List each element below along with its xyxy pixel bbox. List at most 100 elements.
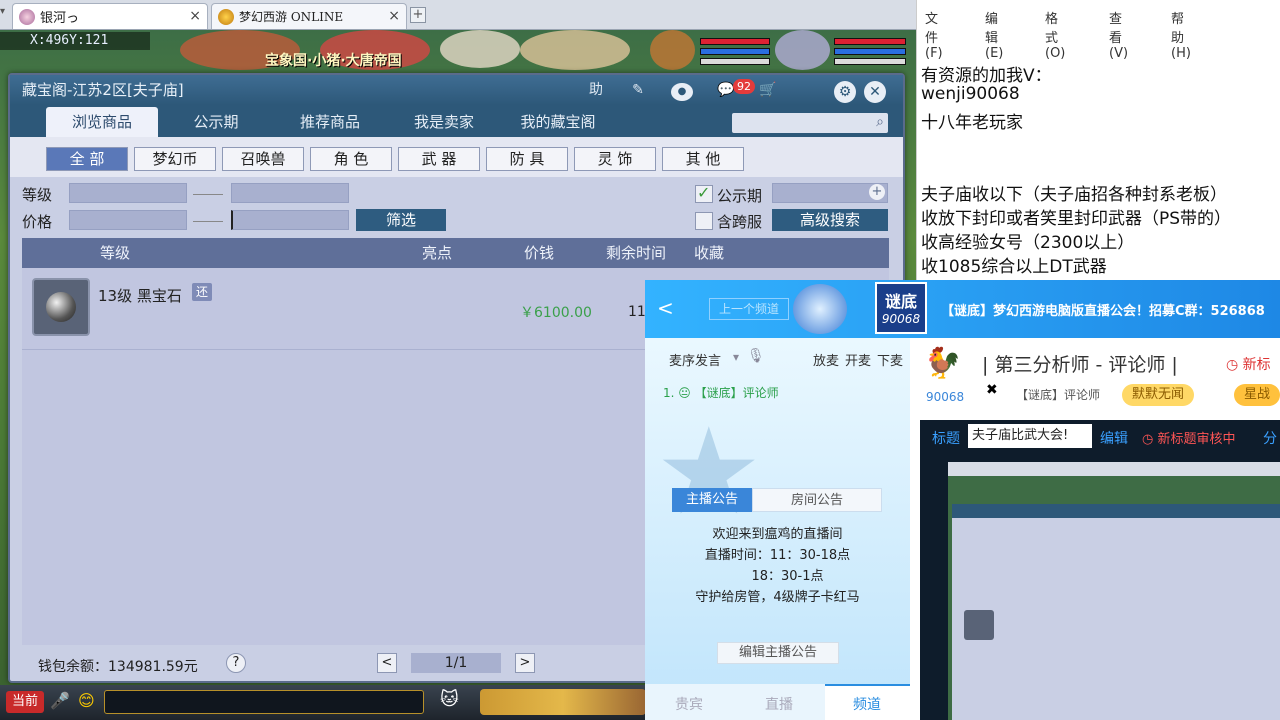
- close-icon[interactable]: ×: [189, 8, 201, 24]
- price-max-input[interactable]: [231, 210, 349, 230]
- user-tag: 【谜底】评论师: [1016, 388, 1101, 402]
- star-battle-badge: 星战: [1234, 384, 1280, 406]
- tab-scroll-left-icon[interactable]: ▾: [0, 6, 12, 24]
- menu-file[interactable]: 文件(F): [925, 8, 943, 61]
- price-label: 价格: [22, 213, 53, 231]
- help-icon[interactable]: ?: [226, 653, 246, 673]
- microphone-icon[interactable]: 🎤: [50, 691, 70, 713]
- browser-tab-bar: ▾ 银河っ × 梦幻西游 ONLINE × +: [0, 0, 916, 30]
- plus-icon[interactable]: +: [869, 184, 885, 200]
- public-period-checkbox[interactable]: ✓: [695, 183, 713, 203]
- cross-server-label: 含跨服: [717, 213, 763, 231]
- edit-notice-button[interactable]: 编辑主播公告: [717, 642, 839, 664]
- menu-help[interactable]: 帮助(H): [1171, 8, 1191, 61]
- pet-icon[interactable]: 🐱: [440, 689, 468, 715]
- tab-live[interactable]: 直播: [765, 694, 793, 714]
- bottom-tabs: 贵宾 直播 频道: [645, 684, 910, 720]
- category-other[interactable]: 其 他: [662, 147, 744, 171]
- category-pets[interactable]: 召唤兽: [222, 147, 304, 171]
- menu-view[interactable]: 查看(V): [1109, 8, 1128, 61]
- category-currency[interactable]: 梦幻币: [134, 147, 216, 171]
- channel-announcement: 【谜底】梦幻西游电脑版直播公会！招募C群：526868: [941, 304, 1265, 319]
- user-id: 90068: [926, 390, 965, 404]
- close-icon[interactable]: ✕: [864, 81, 886, 103]
- stream-video: [948, 462, 1280, 720]
- stream-title-input[interactable]: 夫子庙比武大会!: [968, 424, 1092, 448]
- toolbar-icons[interactable]: [480, 689, 646, 715]
- tab-seller[interactable]: 我是卖家: [388, 107, 500, 137]
- back-button[interactable]: <: [657, 296, 674, 320]
- text-line: 收1085综合以上DT武器: [921, 257, 1107, 277]
- title-review-status: ◷ 新标题审核中: [1142, 432, 1236, 447]
- tab-recommended[interactable]: 推荐商品: [274, 107, 386, 137]
- edit-icon[interactable]: ✎: [626, 79, 650, 101]
- category-accessories[interactable]: 灵 饰: [574, 147, 656, 171]
- level-max-input[interactable]: [231, 183, 349, 203]
- filter-button[interactable]: 筛选: [356, 209, 446, 231]
- nav-tabs: 浏览商品 公示期 推荐商品 我是卖家 我的藏宝阁 ⌕: [10, 105, 903, 137]
- record-icon[interactable]: ●: [671, 83, 693, 101]
- col-level[interactable]: 等级: [100, 238, 130, 268]
- category-all[interactable]: 全 部: [46, 147, 128, 171]
- mic-order-label[interactable]: 麦序发言: [669, 350, 721, 369]
- search-input[interactable]: ⌕: [732, 113, 888, 133]
- next-page-button[interactable]: >: [515, 653, 535, 673]
- level-min-input[interactable]: [69, 183, 187, 203]
- browser-tab-2[interactable]: 梦幻西游 ONLINE ×: [211, 3, 407, 29]
- search-icon[interactable]: ⌕: [876, 114, 884, 130]
- text-line: 有资源的加我V：: [921, 66, 1052, 86]
- tab-anchor-notice[interactable]: 主播公告: [672, 488, 752, 512]
- category-weapons[interactable]: 武 器: [398, 147, 480, 171]
- browser-tab-1[interactable]: 银河っ ×: [12, 3, 208, 29]
- checkmark-icon: ✓: [697, 183, 711, 202]
- col-time[interactable]: 剩余时间: [606, 238, 666, 268]
- release-mic-button[interactable]: 放麦: [813, 350, 839, 369]
- settings-icon[interactable]: ⚙: [834, 81, 856, 103]
- notice-text: 欢迎来到瘟鸡的直播间 直播时间：11：30-18点 18：30-1点 守护给房管…: [695, 527, 860, 605]
- page-indicator: 1/1: [411, 653, 501, 673]
- advanced-search-button[interactable]: 高级搜索: [772, 209, 888, 231]
- rank-badge: 默默无闻: [1122, 384, 1195, 406]
- cart-icon[interactable]: 🛒: [756, 79, 780, 101]
- mic-panel: 麦序发言 ▾ 🎙 放麦 开麦 下麦 1. 😐 【谜底】评论师 ★ 主播公告 房间…: [645, 338, 910, 720]
- new-tab-button[interactable]: +: [410, 7, 426, 23]
- down-mic-button[interactable]: 下麦: [877, 350, 903, 369]
- return-badge: 还: [192, 283, 212, 301]
- level-label: 等级: [22, 186, 53, 204]
- range-dash: [193, 221, 223, 222]
- text-line: 十八年老玩家: [921, 113, 1023, 133]
- category-armor[interactable]: 防 具: [486, 147, 568, 171]
- map-title: 宝象国·小猪·大唐帝国: [265, 53, 402, 69]
- menu-edit[interactable]: 编辑(E): [985, 8, 1003, 61]
- close-icon[interactable]: ×: [388, 8, 400, 24]
- col-price[interactable]: 价钱: [524, 238, 554, 268]
- game-globe-icon: [218, 8, 234, 25]
- prev-page-button[interactable]: <: [377, 653, 397, 673]
- public-period-select[interactable]: +: [772, 183, 888, 203]
- tab-public[interactable]: 公示期: [160, 107, 272, 137]
- live-room-window: < 上一个频道 谜底 90068 【谜底】梦幻西游电脑版直播公会！招募C群：52…: [645, 280, 1280, 720]
- tab-browse[interactable]: 浏览商品: [46, 107, 158, 137]
- tab-room-notice[interactable]: 房间公告: [752, 488, 882, 512]
- channel-button[interactable]: 当前: [6, 691, 44, 713]
- microphone-icon[interactable]: 🎙: [747, 348, 765, 364]
- edit-title-button[interactable]: 编辑: [1100, 428, 1128, 448]
- chat-input[interactable]: [104, 690, 424, 714]
- prev-channel-button[interactable]: 上一个频道: [709, 298, 789, 320]
- open-mic-button[interactable]: 开麦: [845, 350, 871, 369]
- tab-my-cbg[interactable]: 我的藏宝阁: [502, 107, 614, 137]
- menu-format[interactable]: 格式(O): [1045, 8, 1065, 61]
- cross-server-checkbox[interactable]: [695, 212, 713, 230]
- price-min-input[interactable]: [69, 210, 187, 230]
- mic-entry[interactable]: 1. 😐 【谜底】评论师: [663, 384, 779, 401]
- emoji-icon[interactable]: 😊: [78, 691, 100, 713]
- streamer-panel: 🐓 90068 | 第三分析师 - 评论师 | ◷ 新标 ✖ 【谜底】评论师 默…: [910, 338, 1280, 720]
- share-button[interactable]: 分: [1263, 428, 1277, 448]
- stream-preview[interactable]: 标题 夫子庙比武大会! 编辑 ◷ 新标题审核中 分: [920, 420, 1280, 720]
- title-label: 标题: [932, 431, 960, 447]
- tab-channel[interactable]: 频道: [825, 684, 910, 720]
- tab-vip[interactable]: 贵宾: [675, 694, 703, 714]
- category-roles[interactable]: 角 色: [310, 147, 392, 171]
- chevron-down-icon[interactable]: ▾: [733, 350, 739, 364]
- help-button[interactable]: 助: [584, 79, 608, 101]
